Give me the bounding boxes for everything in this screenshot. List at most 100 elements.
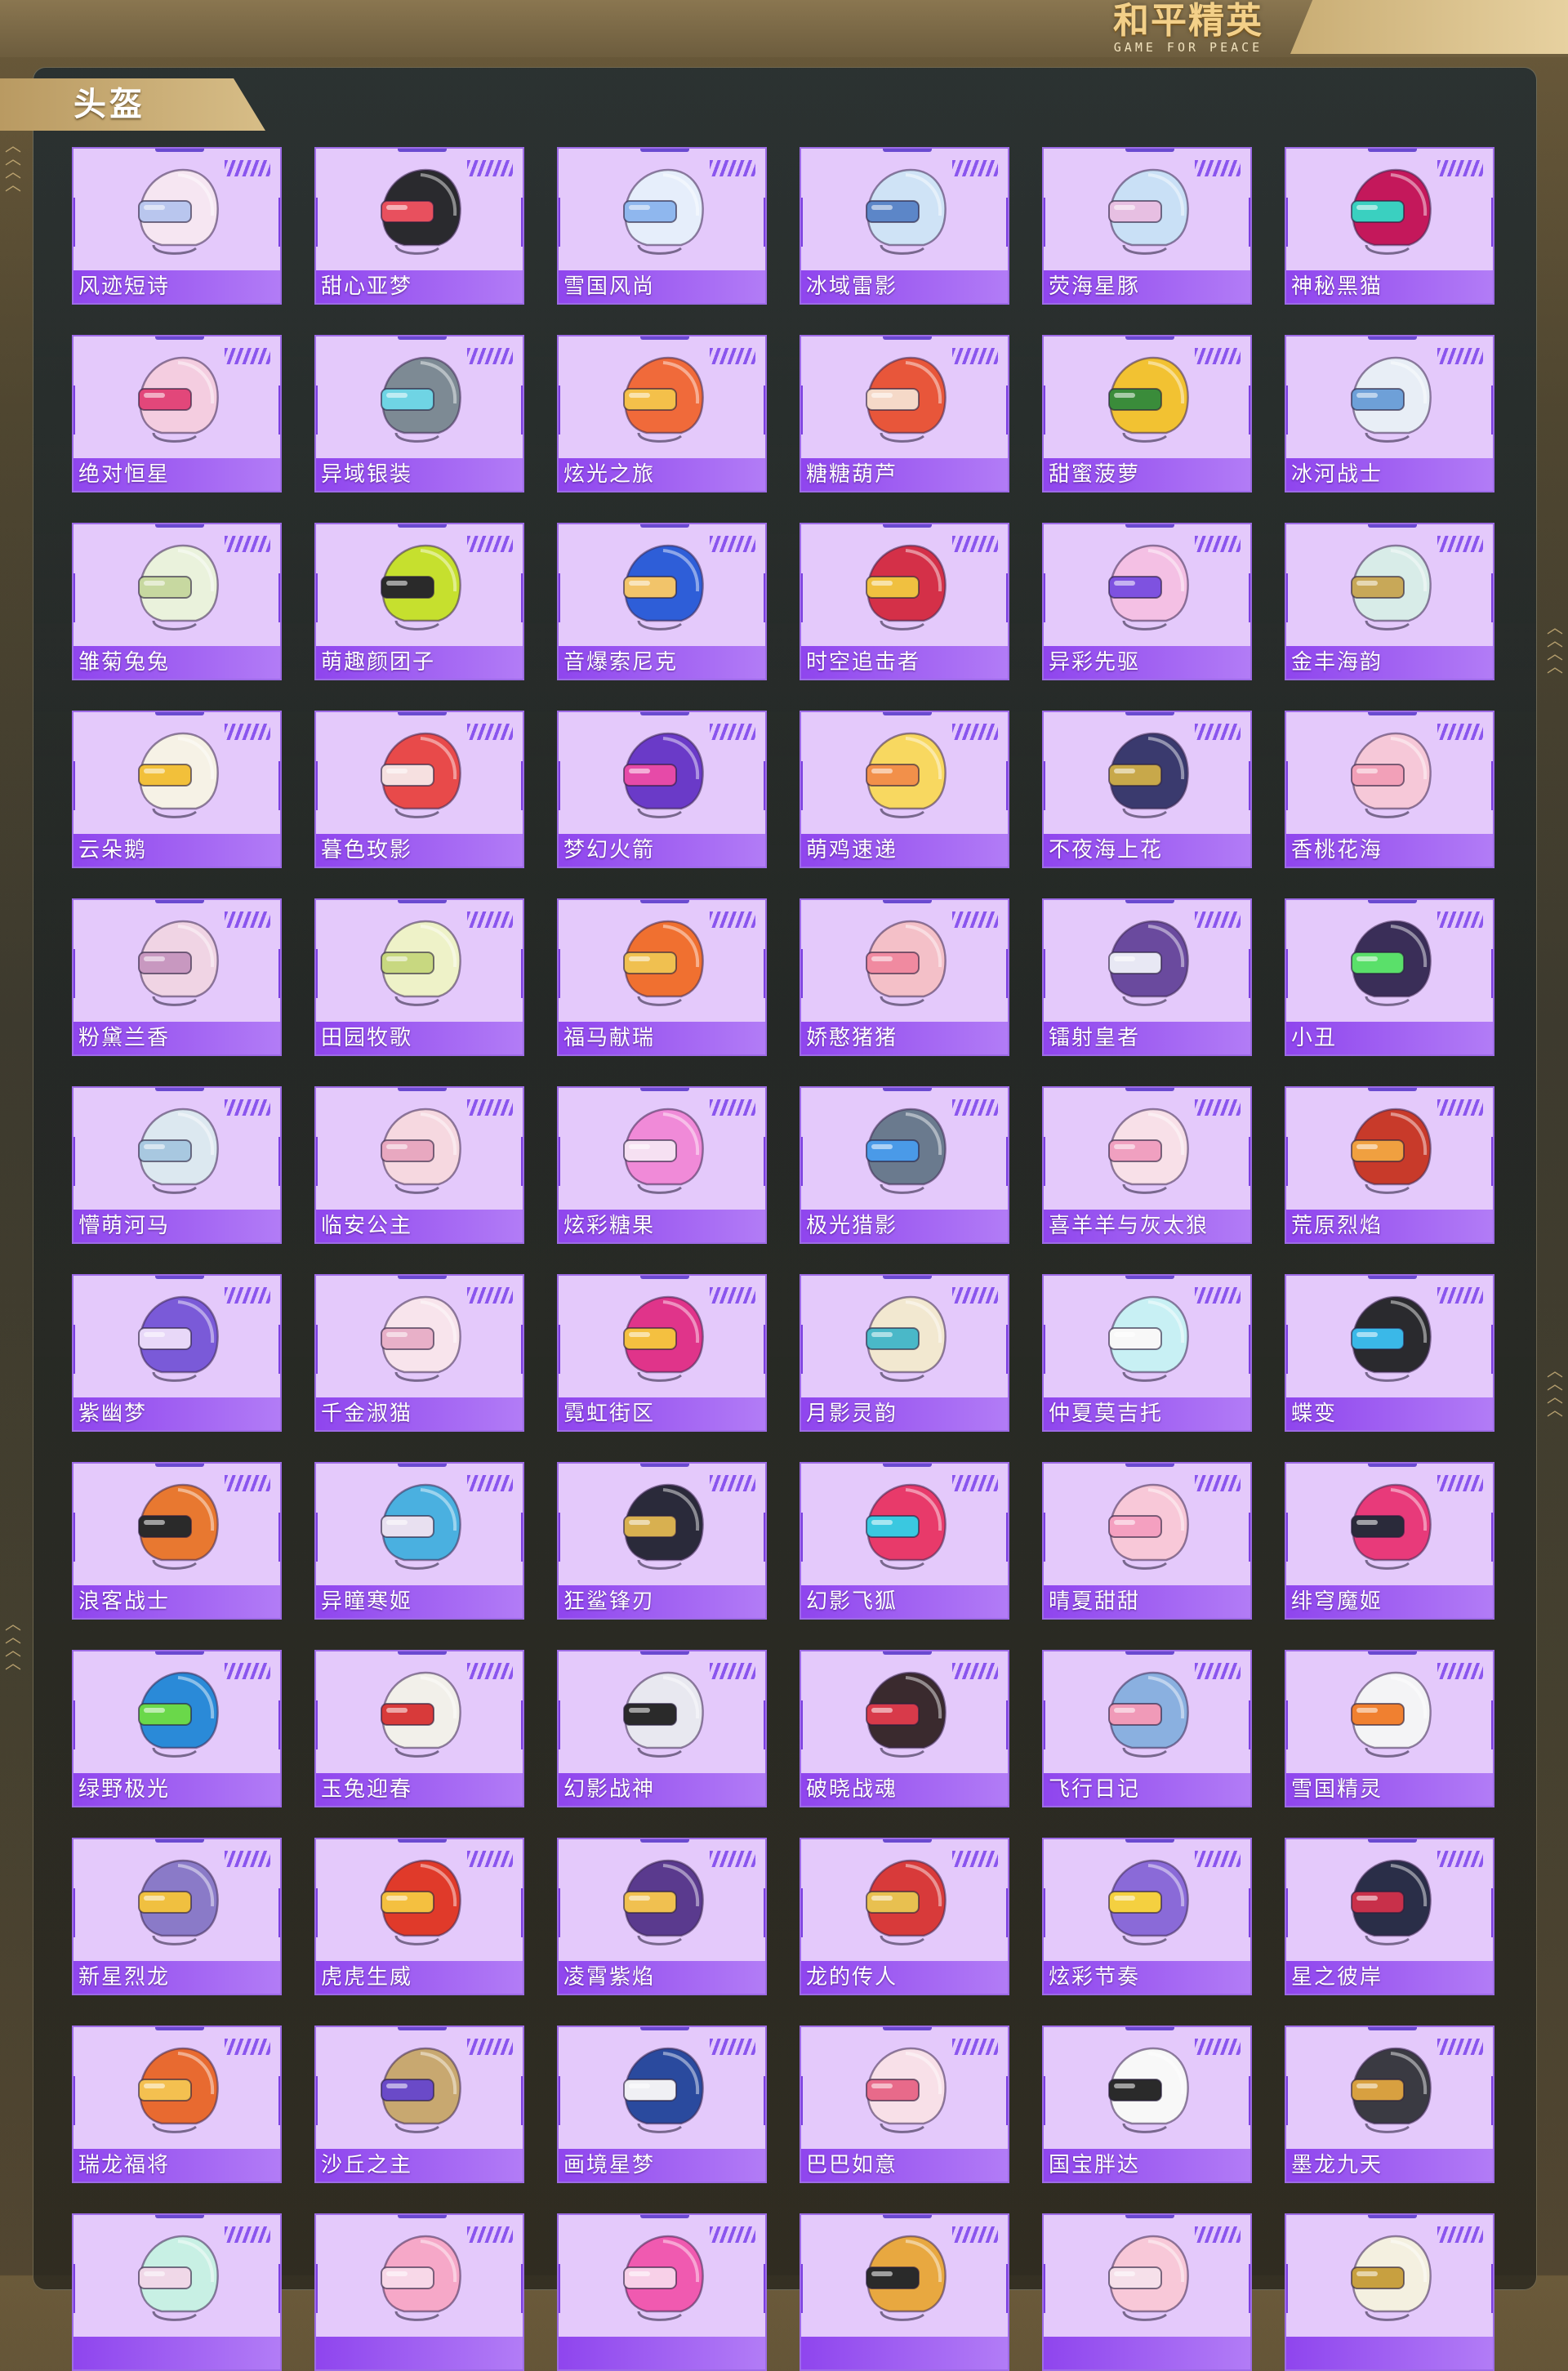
helmet-card[interactable]: 绿野极光 [72,1650,282,1807]
helmet-card[interactable]: 娇憨猪猪 [800,898,1009,1056]
helmet-card[interactable]: 临安公主 [314,1086,524,1244]
helmet-card[interactable]: 镭射皇者 [1042,898,1252,1056]
card-side-accent [1491,949,1493,998]
helmet-card[interactable]: 蝶变 [1285,1274,1494,1432]
card-side-accent [521,573,523,622]
helmet-card[interactable]: 甜心亚梦 [314,147,524,305]
helmet-card[interactable]: 千金淑猫 [314,1274,524,1432]
helmet-card[interactable]: 糖糖葫芦 [800,335,1009,492]
helmet-card[interactable] [557,2213,767,2371]
card-top-accent [883,1276,932,1279]
helmet-card[interactable]: 晴夏甜甜 [1042,1462,1252,1620]
helmet-card[interactable]: 风迹短诗 [72,147,282,305]
card-side-accent [1006,2264,1008,2313]
card-side-accent [764,386,765,435]
helmet-card[interactable]: 炫彩节奏 [1042,1838,1252,1995]
helmet-card[interactable]: 极光猎影 [800,1086,1009,1244]
helmet-card[interactable]: 小丑 [1285,898,1494,1056]
helmet-card[interactable]: 云朵鹅 [72,711,282,868]
helmet-card[interactable]: 荒原烈焰 [1285,1086,1494,1244]
helmet-card[interactable]: 神秘黑猫 [1285,147,1494,305]
helmet-card[interactable]: 粉黛兰香 [72,898,282,1056]
helmet-card[interactable]: 暮色玫影 [314,711,524,868]
helmet-icon [623,1108,704,1194]
helmet-card[interactable]: 懵萌河马 [72,1086,282,1244]
helmet-card[interactable]: 虎虎生威 [314,1838,524,1995]
helmet-card[interactable]: 霓虹街区 [557,1274,767,1432]
helmet-card[interactable]: 玉兔迎春 [314,1650,524,1807]
helmet-card[interactable]: 新星烈龙 [72,1838,282,1995]
helmet-card[interactable]: 浪客战士 [72,1462,282,1620]
helmet-card[interactable]: 萌鸡速递 [800,711,1009,868]
helmet-card[interactable]: 画境星梦 [557,2026,767,2183]
helmet-card[interactable]: 不夜海上花 [1042,711,1252,868]
section-title: 头盔 [74,86,145,123]
helmet-icon [1351,2047,1432,2133]
helmet-card[interactable] [1042,2213,1252,2371]
helmet-card[interactable]: 瑞龙福将 [72,2026,282,2183]
helmet-card[interactable]: 异域银装 [314,335,524,492]
helmet-card[interactable]: 萌趣颜团子 [314,523,524,680]
helmet-card[interactable] [800,2213,1009,2371]
helmet-card[interactable]: 炫光之旅 [557,335,767,492]
helmet-card[interactable]: 墨龙九天 [1285,2026,1494,2183]
helmet-card[interactable]: 梦幻火箭 [557,711,767,868]
card-side-accent [1286,1137,1288,1186]
helmet-card[interactable]: 田园牧歌 [314,898,524,1056]
helmet-card[interactable]: 香桃花海 [1285,711,1494,868]
helmet-card[interactable] [72,2213,282,2371]
helmet-card[interactable]: 幻影飞狐 [800,1462,1009,1620]
card-side-accent [1491,1325,1493,1374]
helmet-card[interactable]: 甜蜜菠萝 [1042,335,1252,492]
card-side-accent [521,386,523,435]
card-top-accent [1125,2215,1174,2218]
rarity-stripes [467,724,513,740]
helmet-card[interactable]: 雪国精灵 [1285,1650,1494,1807]
helmet-card[interactable]: 幻影战神 [557,1650,767,1807]
rarity-stripes [467,1663,513,1679]
helmet-card[interactable]: 国宝胖达 [1042,2026,1252,2183]
helmet-card[interactable]: 飞行日记 [1042,1650,1252,1807]
helmet-card[interactable]: 破晓战魂 [800,1650,1009,1807]
card-side-accent [1006,949,1008,998]
helmet-card[interactable]: 金丰海韵 [1285,523,1494,680]
card-side-accent [559,761,560,810]
helmet-card[interactable]: 炫彩糖果 [557,1086,767,1244]
card-side-accent [1006,573,1008,622]
helmet-card[interactable]: 仲夏莫吉托 [1042,1274,1252,1432]
helmet-card[interactable]: 绝对恒星 [72,335,282,492]
helmet-card[interactable]: 巴巴如意 [800,2026,1009,2183]
helmet-card[interactable]: 异瞳寒姬 [314,1462,524,1620]
helmet-card[interactable]: 紫幽梦 [72,1274,282,1432]
helmet-card[interactable]: 喜羊羊与灰太狼 [1042,1086,1252,1244]
helmet-card[interactable]: 沙丘之主 [314,2026,524,2183]
helmet-card[interactable]: 异彩先驱 [1042,523,1252,680]
card-side-accent [278,1513,280,1562]
helmet-card[interactable]: 雏菊兔兔 [72,523,282,680]
helmet-card[interactable]: 荧海星豚 [1042,147,1252,305]
helmet-card[interactable]: 凌霄紫焰 [557,1838,767,1995]
helmet-card[interactable]: 雪国风尚 [557,147,767,305]
helmet-icon [381,2047,461,2133]
card-side-accent [316,949,318,998]
card-side-accent [1249,573,1250,622]
helmet-name: 炫彩节奏 [1049,1965,1141,1990]
helmet-card[interactable]: 福马献瑞 [557,898,767,1056]
helmet-card[interactable]: 绯穹魔姬 [1285,1462,1494,1620]
helmet-card[interactable]: 月影灵韵 [800,1274,1009,1432]
helmet-card[interactable]: 音爆索尼克 [557,523,767,680]
rarity-stripes [1195,911,1241,928]
helmet-card[interactable]: 冰河战士 [1285,335,1494,492]
helmet-icon [138,920,219,1006]
helmet-card[interactable]: 冰域雷影 [800,147,1009,305]
helmet-card[interactable]: 星之彼岸 [1285,1838,1494,1995]
helmet-card[interactable]: 龙的传人 [800,1838,1009,1995]
helmet-name: 不夜海上花 [1049,838,1164,862]
helmet-card[interactable]: 狂鲨锋刃 [557,1462,767,1620]
helmet-name: 异域银装 [321,462,413,487]
card-side-accent [801,2076,803,2125]
helmet-card[interactable] [314,2213,524,2371]
helmet-icon [623,1295,704,1382]
helmet-card[interactable]: 时空追击者 [800,523,1009,680]
helmet-card[interactable] [1285,2213,1494,2371]
